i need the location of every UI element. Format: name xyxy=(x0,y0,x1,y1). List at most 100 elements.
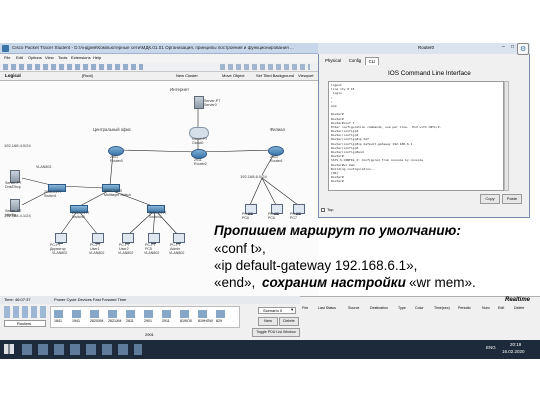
windows-taskbar: ENG 20:19 16.02.2020 xyxy=(0,340,540,359)
col-destination: Destination xyxy=(370,306,388,310)
link-router2-router0 xyxy=(117,149,199,153)
central-office-label: Центральный офис xyxy=(93,127,131,132)
selected-model-label: 2901 xyxy=(145,332,154,337)
pc-user2-vlan: VLAN802 xyxy=(118,251,134,255)
cli-header: IOS Command Line Interface xyxy=(388,70,471,77)
model-819hgw[interactable]: 819HGW xyxy=(198,319,213,324)
scenario-value: Scenario 0 xyxy=(263,308,283,313)
cli-line: Router# xyxy=(331,179,344,184)
cli-scrollbar[interactable] xyxy=(504,81,509,191)
model-icons[interactable] xyxy=(54,310,234,318)
pc-director-icon[interactable] xyxy=(55,233,67,244)
tab-cli-label: CLI xyxy=(368,59,376,64)
pc-user1-icon[interactable] xyxy=(92,233,104,244)
pc5-vlan: VLAN802 xyxy=(144,251,160,255)
router1-label: 2901 Router1 xyxy=(270,155,283,163)
clock-time[interactable]: 20:19 xyxy=(510,342,521,348)
model-2620xm[interactable]: 2620XM xyxy=(90,319,103,324)
device-categories[interactable] xyxy=(4,306,46,318)
taskbar-app-icons[interactable] xyxy=(22,344,142,355)
power-cycle-button[interactable]: Power Cycle Devices Fast Forward Time xyxy=(54,298,126,302)
routers-category-box[interactable]: Routers xyxy=(4,320,46,327)
overlay-heading: Пропишем маршрут по умолчанию: xyxy=(214,223,461,238)
switch2-label: 2960-24TT Switch2 xyxy=(149,211,167,219)
copy-button-label: Copy xyxy=(485,196,495,201)
time-readout: Time: 46:07:37 xyxy=(4,297,31,302)
new-scenario-label: New xyxy=(263,318,272,323)
slide-corner-icon: ⚙ xyxy=(517,43,529,55)
pc5-icon[interactable] xyxy=(148,233,160,244)
window-maximize-icon[interactable]: □ xyxy=(511,45,514,50)
overlay-line-3c: «wr mem». xyxy=(409,275,476,290)
router-window-titlebar: Router0 – □ × xyxy=(318,43,530,54)
pc-user2-icon[interactable] xyxy=(122,233,134,244)
col-type: Type xyxy=(398,306,406,310)
top-checkbox[interactable] xyxy=(321,208,325,212)
col-last-status: Last Status xyxy=(318,306,336,310)
ftp-server-label: Server-PT http/ftp xyxy=(5,209,22,217)
model-1941[interactable]: 1941 xyxy=(72,319,80,324)
tab-cli[interactable]: CLI xyxy=(365,57,379,65)
tab-physical[interactable]: Physical xyxy=(321,57,345,65)
link-branch-pc8 xyxy=(261,177,299,206)
col-num: Num xyxy=(482,306,490,310)
pc-branch-1-label: PC-PT PC6 xyxy=(242,212,253,220)
routers-category-label: Routers xyxy=(17,321,32,326)
switch1-label: 2950-24TT Switch1 xyxy=(44,190,62,198)
toggle-pdu-label: Toggle PDU List Window xyxy=(256,330,296,334)
branch-label: Филиал xyxy=(270,127,286,132)
pc-admin-icon[interactable] xyxy=(173,233,185,244)
time-bar: Time: 46:07:37 Power Cycle Devices Fast … xyxy=(0,296,300,304)
tab-physical-label: Physical xyxy=(324,58,341,63)
pc-admin-vlan: VLAN802 xyxy=(169,251,185,255)
col-periodic: Periodic xyxy=(458,306,471,310)
windows-start-icon[interactable] xyxy=(4,344,14,354)
window-minimize-icon[interactable]: – xyxy=(502,45,505,50)
tab-config-label: Config xyxy=(348,58,362,63)
net-label-1: 192.168.4.0/24 xyxy=(4,143,31,148)
model-2911[interactable]: 2911 xyxy=(162,319,170,324)
scenario-select[interactable]: Scenario 0 ▾ xyxy=(258,307,296,314)
new-scenario-button[interactable]: New xyxy=(258,317,278,326)
link-mls-switch1 xyxy=(59,185,105,189)
col-time: Time(sec) xyxy=(434,306,450,310)
model-829[interactable]: 829 xyxy=(216,319,222,324)
col-source: Source xyxy=(348,306,360,310)
model-2621xm[interactable]: 2621XM xyxy=(108,319,121,324)
toggle-pdu-button[interactable]: Toggle PDU List Window xyxy=(252,328,300,337)
link-router2-router1 xyxy=(197,149,276,153)
router-window-title: Router0 xyxy=(418,45,435,50)
chevron-down-icon: ▾ xyxy=(291,307,294,312)
realtime-label[interactable]: Realtime xyxy=(505,297,530,303)
event-list-header: Fire Last Status Source Destination Type… xyxy=(300,306,536,313)
model-819iox[interactable]: 819IOX xyxy=(180,319,192,324)
multilayer-switch-label: 3560-24PS Multilayer Switch xyxy=(104,189,131,197)
overlay-line-3a: «end», xyxy=(214,275,256,290)
col-edit: Edit xyxy=(498,306,505,310)
vlan-label: VLAN803 xyxy=(36,165,52,169)
pc-director-vlan: VLAN802 xyxy=(52,251,68,255)
model-2901[interactable]: 2901 xyxy=(144,319,152,324)
link-branch-pc6 xyxy=(249,177,263,206)
col-fire: Fire xyxy=(302,306,309,310)
overlay-line-3b: сохраним настройки xyxy=(262,275,406,290)
overlay-line-1: «conf t», xyxy=(214,241,266,256)
copy-button[interactable]: Copy xyxy=(480,194,500,204)
clock-date[interactable]: 16.02.2020 xyxy=(502,349,525,355)
top-checkbox-label: Top xyxy=(327,207,334,212)
dns-server-label: Server-PT Dns/Dhcp xyxy=(5,181,22,189)
model-1841[interactable]: 1841 xyxy=(54,319,62,324)
web-server-icon[interactable] xyxy=(194,96,204,109)
delete-scenario-button[interactable]: Delete xyxy=(279,317,299,326)
paste-button[interactable]: Paste xyxy=(502,194,522,204)
cli-terminal[interactable]: logout line vty 0 15 login ! ! end Route… xyxy=(328,81,504,191)
switch0-label: 2960-24TT Switch0 xyxy=(72,211,90,219)
tab-config[interactable]: Config xyxy=(345,57,365,65)
col-color: Color xyxy=(415,306,424,310)
delete-scenario-label: Delete xyxy=(283,318,295,323)
model-2811[interactable]: 2811 xyxy=(126,319,134,324)
overlay-line-2: «ip default-gateway 192.168.6.1», xyxy=(214,258,418,273)
link-branch-pc7 xyxy=(261,177,277,206)
web-server-label: Server-PT Server0 xyxy=(204,99,221,107)
language-indicator[interactable]: ENG xyxy=(486,345,496,351)
